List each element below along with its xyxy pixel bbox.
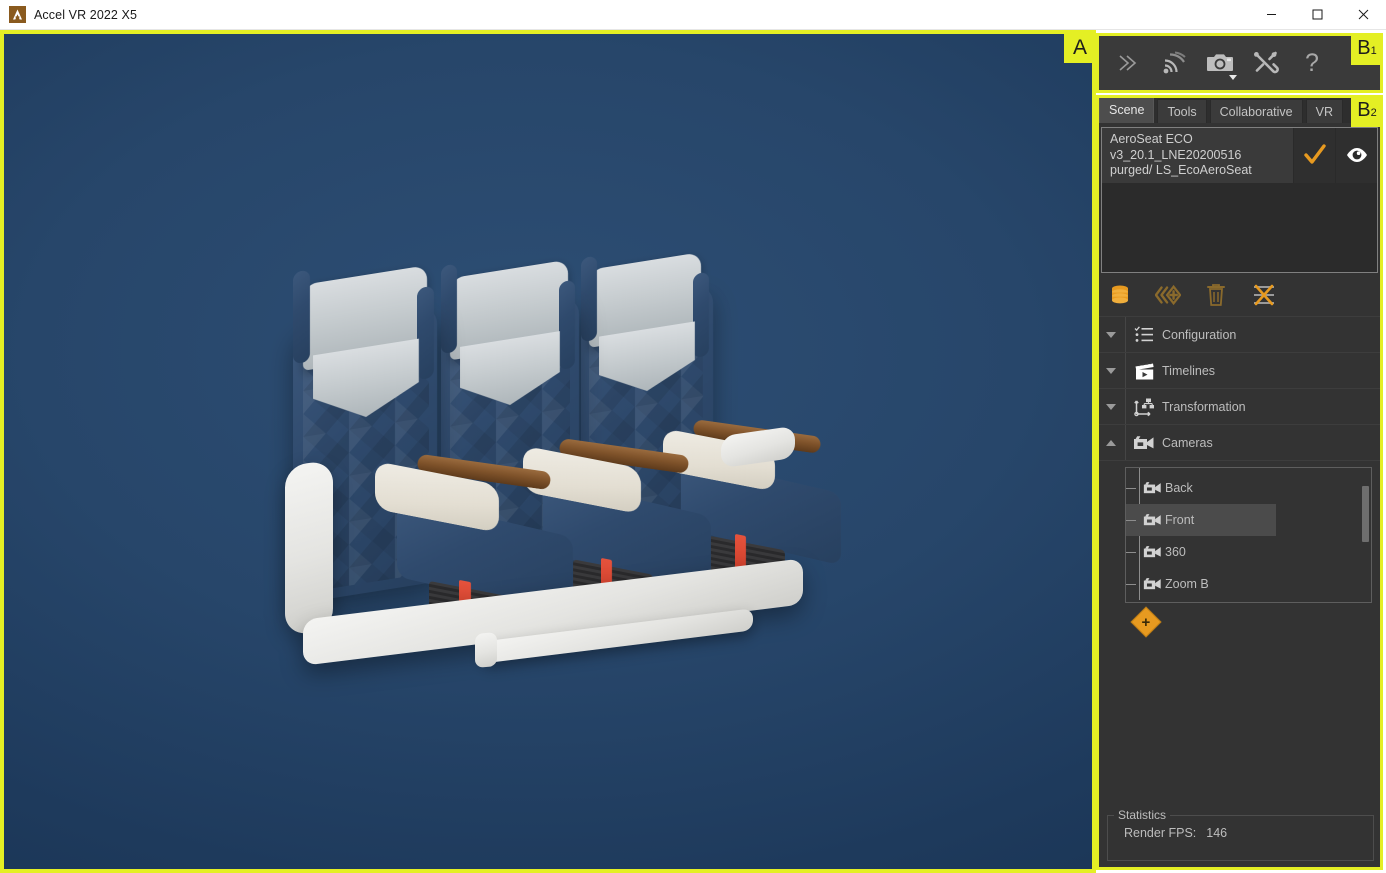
section-timelines[interactable]: Timelines bbox=[1097, 353, 1382, 389]
help-button[interactable]: ? bbox=[1291, 42, 1333, 84]
clapperboard-icon bbox=[1126, 360, 1162, 381]
section-configuration[interactable]: Configuration bbox=[1097, 317, 1382, 353]
annotation-badge-panel: B2 bbox=[1351, 95, 1383, 127]
chevron-down-icon[interactable] bbox=[1097, 367, 1125, 374]
scene-item-label: AeroSeat ECO v3_20.1_LNE20200516 purged/… bbox=[1110, 132, 1252, 177]
camera-item-back[interactable]: Back bbox=[1126, 472, 1371, 504]
render-fps-label: Render FPS: bbox=[1124, 826, 1197, 840]
camera-item-label: Zoom B bbox=[1165, 577, 1209, 591]
database-button[interactable] bbox=[1107, 282, 1133, 308]
screenshot-button[interactable] bbox=[1199, 42, 1241, 84]
tab-collaborative[interactable]: Collaborative bbox=[1209, 99, 1303, 123]
camera-video-icon bbox=[1139, 512, 1165, 528]
render-fps-row: Render FPS: 146 bbox=[1116, 826, 1373, 840]
tab-vr[interactable]: VR bbox=[1305, 99, 1343, 123]
camera-item-360[interactable]: 360 bbox=[1126, 536, 1371, 568]
tree-branch-line bbox=[1126, 520, 1136, 521]
scene-list-item[interactable]: AeroSeat ECO v3_20.1_LNE20200516 purged/… bbox=[1102, 128, 1377, 183]
camera-item-front[interactable]: Front bbox=[1126, 504, 1276, 536]
camera-item-label: 360 bbox=[1165, 545, 1186, 559]
camera-video-icon bbox=[1139, 576, 1165, 592]
plus-diamond-icon: + bbox=[1141, 613, 1151, 631]
camera-tree-inner: Back Front 360 Zoom B bbox=[1126, 468, 1371, 600]
minimize-button[interactable] bbox=[1248, 0, 1294, 30]
annotation-badge-toolbar-letter: B bbox=[1357, 37, 1371, 59]
statistics-legend: Statistics bbox=[1114, 808, 1171, 822]
delete-button[interactable] bbox=[1203, 282, 1229, 308]
accel-a-logo-icon bbox=[9, 6, 26, 23]
scene-list-empty-area bbox=[1102, 182, 1377, 272]
viewport-region: A bbox=[0, 30, 1096, 873]
add-camera-button[interactable]: + bbox=[1130, 606, 1162, 638]
render-fps-value: 146 bbox=[1206, 826, 1228, 840]
camera-item-zoom-b[interactable]: Zoom B bbox=[1126, 568, 1371, 600]
tree-branch-line bbox=[1126, 552, 1136, 553]
statistics-group: Statistics Render FPS: 146 bbox=[1107, 808, 1374, 861]
camera-video-icon bbox=[1139, 480, 1165, 496]
section-label: Configuration bbox=[1162, 327, 1237, 342]
top-toolbar-region: ? B1 bbox=[1096, 33, 1383, 93]
settings-button[interactable] bbox=[1245, 42, 1287, 84]
panel-filler bbox=[1097, 641, 1382, 815]
tab-tools[interactable]: Tools bbox=[1157, 99, 1207, 123]
annotation-badge-toolbar-sub: 1 bbox=[1370, 45, 1377, 57]
footrest-leg bbox=[475, 632, 497, 668]
expand-panel-button[interactable] bbox=[1107, 42, 1149, 84]
section-label: Cameras bbox=[1162, 435, 1213, 450]
camera-video-icon bbox=[1139, 544, 1165, 560]
streaming-button[interactable] bbox=[1153, 42, 1195, 84]
seat-frame-left bbox=[285, 460, 333, 636]
camera-tree[interactable]: Back Front 360 Zoom B bbox=[1125, 467, 1372, 603]
checklist-icon bbox=[1126, 325, 1162, 345]
annotation-badge-panel-sub: 2 bbox=[1370, 107, 1377, 119]
application-window: Accel VR 2022 X5 A ? B1 Scene Tools Coll… bbox=[0, 0, 1386, 873]
panel-content: AeroSeat ECO v3_20.1_LNE20200516 purged/… bbox=[1097, 123, 1382, 869]
scene-item-eye-icon[interactable] bbox=[1335, 128, 1377, 183]
camera-item-label: Back bbox=[1165, 481, 1193, 495]
chevron-down-icon[interactable] bbox=[1097, 403, 1125, 410]
maximize-button[interactable] bbox=[1294, 0, 1340, 30]
tree-branch-line bbox=[1126, 488, 1136, 489]
section-label: Timelines bbox=[1162, 363, 1216, 378]
tree-branch-line bbox=[1126, 584, 1136, 585]
tab-scene[interactable]: Scene bbox=[1099, 96, 1155, 123]
annotation-badge-panel-letter: B bbox=[1357, 99, 1371, 121]
add-camera-row: + bbox=[1097, 603, 1382, 641]
3d-viewport[interactable]: A bbox=[3, 33, 1096, 870]
section-transformation[interactable]: Transformation bbox=[1097, 389, 1382, 425]
section-label: Transformation bbox=[1162, 399, 1246, 414]
camera-tree-scrollbar[interactable] bbox=[1362, 486, 1369, 542]
chevron-down-icon[interactable] bbox=[1097, 331, 1125, 338]
import-button[interactable] bbox=[1155, 282, 1181, 308]
transform-hierarchy-icon bbox=[1126, 397, 1162, 417]
top-toolbar: ? bbox=[1096, 33, 1383, 93]
camera-video-icon bbox=[1126, 434, 1162, 452]
close-button[interactable] bbox=[1340, 0, 1386, 30]
panel-tabs: Scene Tools Collaborative VR bbox=[1097, 96, 1382, 123]
window-title: Accel VR 2022 X5 bbox=[34, 7, 138, 22]
scene-panel-region: Scene Tools Collaborative VR AeroSeat EC… bbox=[1096, 95, 1383, 870]
camera-item-label: Front bbox=[1165, 513, 1195, 527]
scene-list: AeroSeat ECO v3_20.1_LNE20200516 purged/… bbox=[1101, 127, 1378, 273]
main-body: A ? B1 Scene Tools Collaborative VR Aero… bbox=[0, 30, 1386, 873]
seat-render bbox=[3, 33, 1096, 870]
clear-button[interactable] bbox=[1251, 282, 1277, 308]
svg-text:?: ? bbox=[1305, 50, 1319, 76]
title-bar: Accel VR 2022 X5 bbox=[0, 0, 1386, 30]
scene-panel: Scene Tools Collaborative VR AeroSeat EC… bbox=[1096, 95, 1383, 870]
scene-actions-toolbar bbox=[1097, 273, 1382, 317]
section-cameras[interactable]: Cameras bbox=[1097, 425, 1382, 461]
annotation-badge-toolbar: B1 bbox=[1351, 33, 1383, 65]
chevron-up-icon[interactable] bbox=[1097, 439, 1125, 446]
right-panel: ? B1 Scene Tools Collaborative VR AeroSe… bbox=[1096, 30, 1386, 873]
scene-item-check-icon[interactable] bbox=[1293, 128, 1335, 183]
chevron-down-icon bbox=[1229, 75, 1237, 80]
annotation-badge-viewport: A bbox=[1064, 33, 1096, 63]
